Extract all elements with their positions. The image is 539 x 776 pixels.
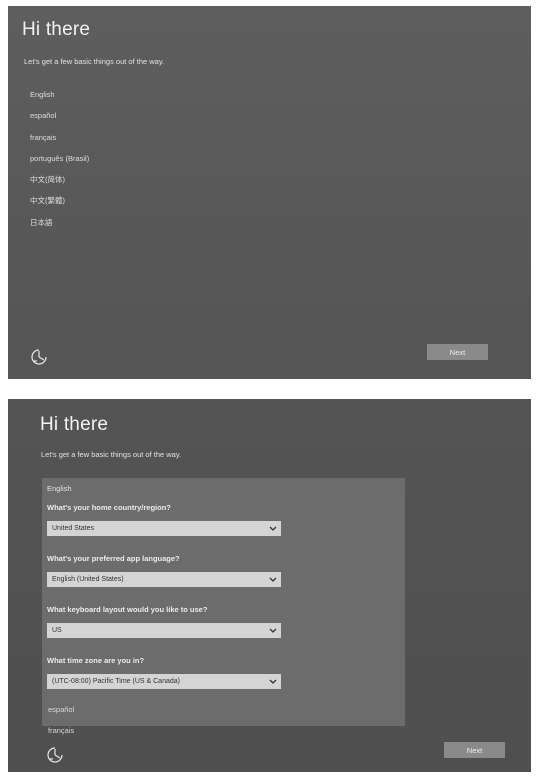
next-button[interactable]: Next [427, 344, 488, 360]
language-item-espanol[interactable]: español [30, 111, 89, 132]
setup-screen-regional-settings: Hi there Let's get a few basic things ou… [8, 399, 531, 772]
language-item-english[interactable]: English [30, 90, 89, 111]
language-list: English español français português (Bras… [30, 90, 89, 239]
next-button[interactable]: Next [444, 742, 505, 758]
page-subtitle: Let's get a few basic things out of the … [24, 57, 165, 66]
language-item-espanol[interactable]: español [48, 705, 74, 714]
time-zone-dropdown[interactable]: (UTC-08:00) Pacific Time (US & Canada) [47, 674, 281, 689]
chevron-down-icon [269, 679, 277, 684]
keyboard-layout-value: US [52, 627, 62, 634]
keyboard-layout-label: What keyboard layout would you like to u… [47, 605, 208, 614]
page-subtitle: Let's get a few basic things out of the … [41, 450, 182, 459]
time-zone-label: What time zone are you in? [47, 656, 145, 665]
chevron-down-icon [269, 577, 277, 582]
ease-of-access-icon[interactable] [46, 746, 64, 764]
chevron-down-icon [269, 526, 277, 531]
chevron-down-icon [269, 628, 277, 633]
time-zone-value: (UTC-08:00) Pacific Time (US & Canada) [52, 678, 180, 685]
language-item-japanese[interactable]: 日本語 [30, 218, 89, 239]
app-language-label: What's your preferred app language? [47, 554, 180, 563]
language-item-francais[interactable]: français [30, 133, 89, 154]
language-item-portugues[interactable]: português (Brasil) [30, 154, 89, 175]
language-item-chinese-simplified[interactable]: 中文(简体) [30, 175, 89, 196]
country-region-value: United States [52, 525, 95, 532]
app-language-dropdown[interactable]: English (United States) [47, 572, 281, 587]
page-title: Hi there [40, 414, 109, 435]
country-region-dropdown[interactable]: United States [47, 521, 281, 536]
page-title: Hi there [22, 19, 91, 40]
country-region-label: What's your home country/region? [47, 503, 171, 512]
selected-language-label[interactable]: English [47, 484, 72, 493]
ease-of-access-icon[interactable] [30, 348, 48, 366]
setup-screen-language-list: Hi there Let's get a few basic things ou… [8, 6, 531, 379]
language-item-francais[interactable]: français [48, 726, 74, 735]
language-settings-panel: English What's your home country/region?… [42, 478, 405, 726]
app-language-value: English (United States) [52, 576, 124, 583]
language-item-chinese-traditional[interactable]: 中文(繁體) [30, 196, 89, 217]
keyboard-layout-dropdown[interactable]: US [47, 623, 281, 638]
